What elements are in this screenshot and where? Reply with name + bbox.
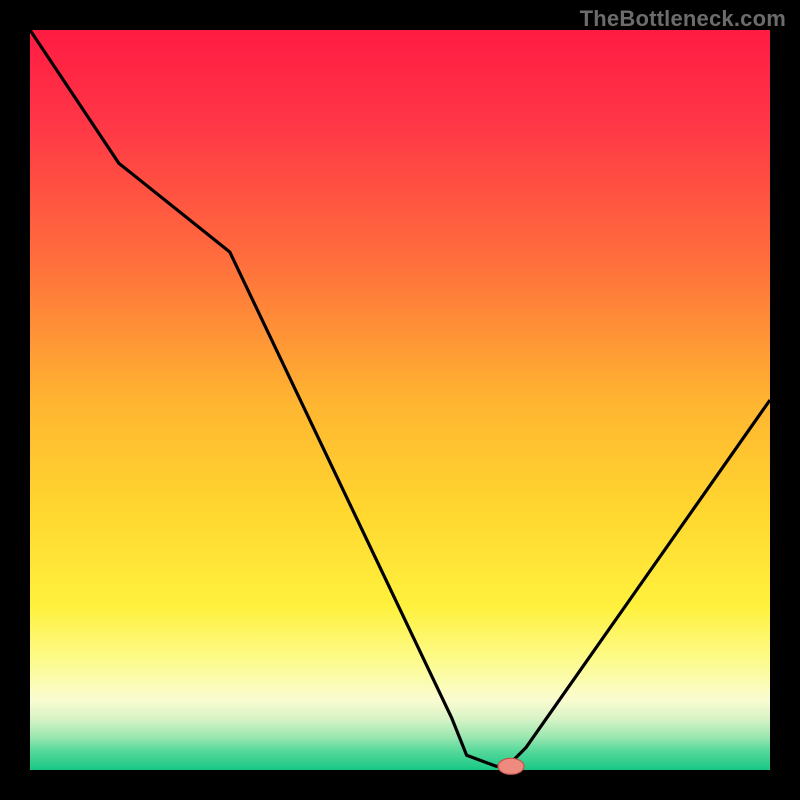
watermark-label: TheBottleneck.com — [580, 6, 786, 32]
optimal-point-marker — [498, 758, 524, 774]
plot-background — [30, 30, 770, 770]
bottleneck-chart: TheBottleneck.com — [0, 0, 800, 800]
chart-svg — [0, 0, 800, 800]
